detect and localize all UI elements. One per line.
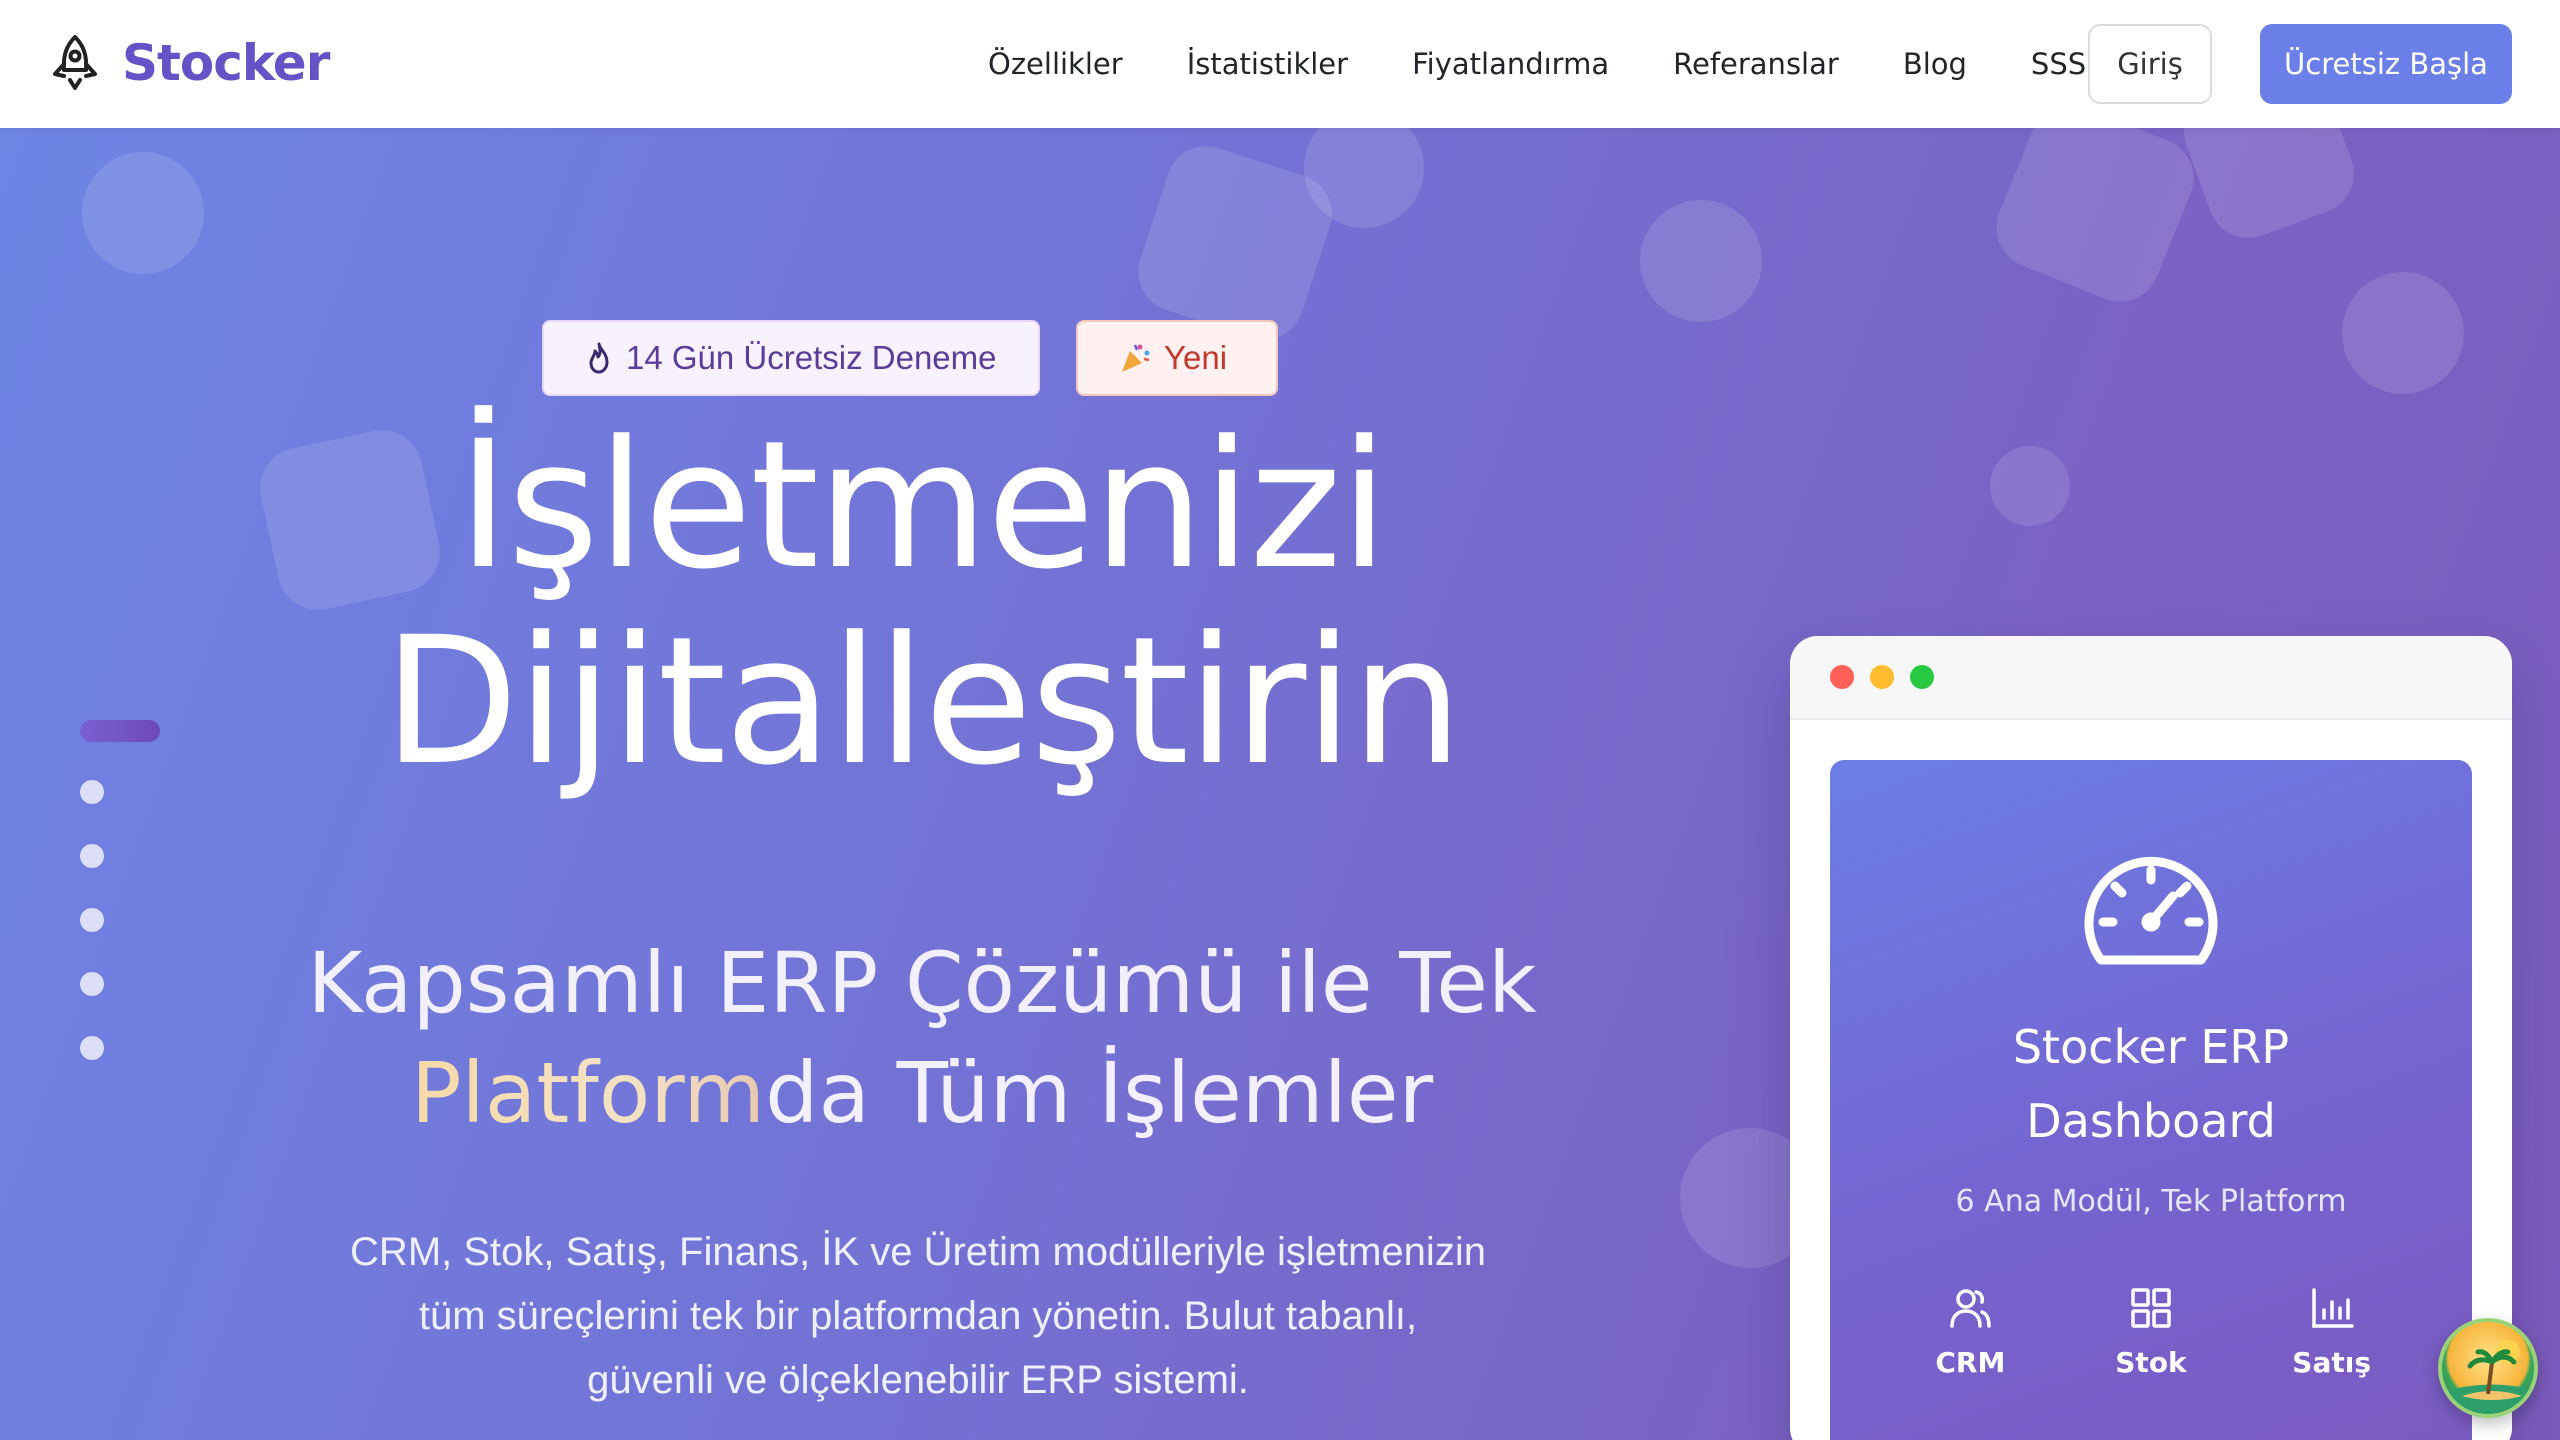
dashboard-title: Stocker ERP Dashboard xyxy=(1830,1010,2472,1158)
module-stok[interactable]: Stok xyxy=(2081,1284,2221,1379)
grid-icon xyxy=(2131,1288,2171,1328)
slide-indicators xyxy=(80,720,160,1100)
brand-name: Stocker xyxy=(122,34,330,92)
hero-subtitle: Kapsamlı ERP Çözümü ile Tek Platformda T… xyxy=(0,928,1844,1148)
subtitle-rest: da Tüm İşlemler xyxy=(765,1044,1434,1142)
trial-badge: 14 Gün Ücretsiz Deneme xyxy=(542,320,1040,396)
login-button[interactable]: Giriş xyxy=(2088,24,2212,104)
window-close-dot xyxy=(1830,665,1854,689)
nav-link-blog[interactable]: Blog xyxy=(1903,47,1967,81)
hero-title-line1: İşletmenizi xyxy=(457,403,1388,608)
nav-link-sss[interactable]: SSS xyxy=(2031,47,2086,81)
hero-description-line2: tüm süreçlerini tek bir platformdan yöne… xyxy=(418,1294,1418,1338)
decor-circle xyxy=(82,152,204,274)
dashboard-preview-window: Stocker ERP Dashboard 6 Ana Modül, Tek P… xyxy=(1790,636,2512,1440)
dashboard-subtitle: 6 Ana Modül, Tek Platform xyxy=(1955,1184,2347,1219)
hero-description-line1: CRM, Stok, Satış, Finans, İK ve Üretim m… xyxy=(350,1230,1486,1274)
hero-title-line2: Dijitalleştirin xyxy=(383,599,1463,804)
rocket-icon xyxy=(53,35,97,90)
decor-circle xyxy=(2342,272,2464,394)
slide-indicator[interactable] xyxy=(80,908,104,932)
module-crm-label: CRM xyxy=(1935,1346,2006,1379)
nav-link-fiyatlandirma[interactable]: Fiyatlandırma xyxy=(1412,47,1609,81)
window-minimize-dot xyxy=(1870,665,1894,689)
bar-chart-icon xyxy=(2311,1288,2354,1328)
navbar: Stocker Özellikler İstatistikler Fiyatla… xyxy=(0,0,2560,128)
users-icon xyxy=(1950,1289,1992,1328)
decor-square xyxy=(1984,128,2206,314)
nav-link-referanslar[interactable]: Referanslar xyxy=(1673,47,1839,81)
window-maximize-dot xyxy=(1910,665,1934,689)
hero-description-line3: güvenli ve ölçeklenebilir ERP sistemi. xyxy=(587,1358,1249,1402)
party-popper-icon xyxy=(1122,344,1150,372)
window-titlebar xyxy=(1790,636,2512,720)
hero-description: CRM, Stok, Satış, Finans, İK ve Üretim m… xyxy=(280,1220,1556,1412)
dashboard-title-line2: Dashboard xyxy=(2026,1094,2276,1148)
slide-indicator[interactable] xyxy=(80,1036,104,1060)
nav-links: Özellikler İstatistikler Fiyatlandırma R… xyxy=(988,0,2086,128)
subtitle-highlight: Platform xyxy=(410,1044,766,1142)
hero-subtitle-line1: Kapsamlı ERP Çözümü ile Tek xyxy=(307,934,1537,1032)
slide-indicator[interactable] xyxy=(80,780,104,804)
module-satis-label: Satış xyxy=(2292,1346,2371,1379)
module-stok-label: Stok xyxy=(2115,1346,2187,1379)
trial-badge-label: 14 Gün Ücretsiz Deneme xyxy=(626,339,997,376)
dashboard-title-line1: Stocker ERP xyxy=(2012,1020,2290,1074)
module-grid: CRM Stok Satış xyxy=(1830,1284,2472,1379)
new-badge-label: Yeni xyxy=(1164,339,1228,376)
chat-avatar-widget[interactable] xyxy=(2438,1318,2538,1418)
slide-indicator[interactable] xyxy=(80,972,104,996)
new-badge: Yeni xyxy=(1076,320,1278,396)
nav-link-ozellikler[interactable]: Özellikler xyxy=(988,47,1123,81)
hero-section: 14 Gün Ücretsiz Deneme Yeni İşletmenizi … xyxy=(0,128,2560,1440)
hero-subtitle-line2: Platformda Tüm İşlemler xyxy=(0,1038,1844,1148)
module-crm[interactable]: CRM xyxy=(1900,1284,2040,1379)
brand-logo[interactable]: Stocker xyxy=(50,34,330,92)
decor-circle xyxy=(1640,200,1762,322)
module-satis[interactable]: Satış xyxy=(2262,1284,2402,1379)
nav-link-istatistikler[interactable]: İstatistikler xyxy=(1187,47,1348,81)
start-free-button[interactable]: Ücretsiz Başla xyxy=(2260,24,2512,104)
slide-indicator-active[interactable] xyxy=(80,720,160,742)
dashboard-card: Stocker ERP Dashboard 6 Ana Modül, Tek P… xyxy=(1830,760,2472,1440)
flame-icon xyxy=(589,342,609,374)
hero-badges: 14 Gün Ücretsiz Deneme Yeni xyxy=(542,320,1278,396)
slide-indicator[interactable] xyxy=(80,844,104,868)
decor-square xyxy=(2172,128,2366,250)
hero-title: İşletmenizi Dijitalleştirin xyxy=(0,408,1844,800)
speedometer-icon xyxy=(2084,856,2218,965)
decor-circle xyxy=(1990,446,2070,526)
